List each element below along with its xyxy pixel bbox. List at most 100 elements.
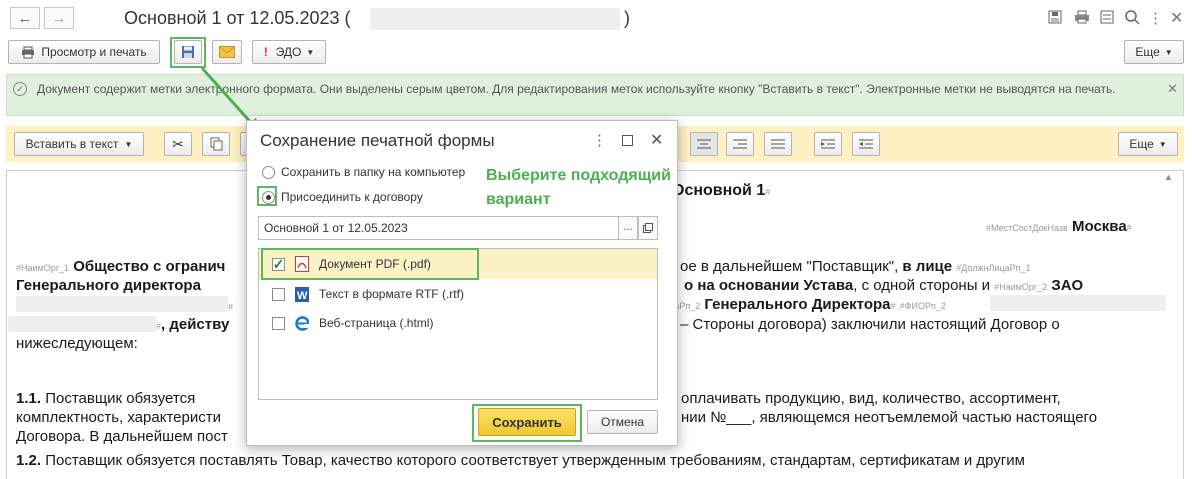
doc-line-1: #НаимОрг_1 Общество с огранич [16,258,225,275]
dialog-menu-icon[interactable]: ⋮ [592,131,607,149]
format-label: Веб-страница (.html) [319,316,434,330]
align-right-icon [733,139,747,149]
indent-decrease-button[interactable] [852,132,880,156]
word-doc-icon: W [295,286,309,302]
radio-unchecked-icon[interactable] [262,165,275,179]
preview-print-button[interactable]: Просмотр и печать [8,40,160,64]
back-button[interactable]: ← [10,7,40,29]
doc-line-5: нижеследующем: [16,335,138,352]
annotation-hint: Выберите подходящий вариант [486,167,671,208]
floppy-disk-icon [182,46,194,58]
redacted-block [16,296,228,312]
format-item-html[interactable]: Веб-страница (.html) [262,310,657,336]
format-item-rtf[interactable]: W Текст в формате RTF (.rtf) [262,281,657,307]
doc-text: ЗАО [1051,277,1084,294]
doc-p11-a: 1.1. Поставщик обязуется [16,390,195,407]
compare-icon[interactable] [1100,10,1114,24]
dialog-close-icon[interactable]: ✕ [650,130,663,150]
print-icon [22,46,35,58]
more-button[interactable]: Еще ▼ [1124,40,1184,64]
save-dialog-button[interactable]: Сохранить [478,408,576,436]
scroll-up-icon[interactable]: ▲ [1164,172,1173,182]
editor-more-button[interactable]: Еще ▼ [1118,132,1178,156]
doc-p11-b: комплектность, характеристи [16,409,221,426]
tag-label: #ФИОРп_2 [899,301,946,311]
doc-line-1-tail: ое в дальнейшем "Поставщик", в лице #Дол… [680,258,1031,275]
save-button[interactable] [174,40,202,64]
doc-p11-b-tail: нии №___, являющемся неотъемлемой частью… [681,409,1098,426]
option-label: Сохранить в папку на компьютер [281,165,466,179]
option-label: Присоединить к договору [281,190,423,204]
indent-decrease-icon [859,139,873,149]
format-label: Текст в формате RTF (.rtf) [319,287,464,301]
tag-label: #МестСостДокНазв [986,223,1068,233]
editor-more-label: Еще [1129,137,1154,151]
save-window-icon[interactable] [1048,10,1062,24]
doc-text: 1.2. [16,452,42,469]
tag-label: #НаимОрг_2 [994,282,1048,292]
preview-print-label: Просмотр и печать [41,45,147,59]
option-attach-contract[interactable]: Присоединить к договору [262,190,423,204]
search-icon[interactable] [1124,9,1140,25]
doc-text: ое в дальнейшем "Поставщик", [680,258,899,275]
doc-line-2-tail: о на основании Устава, с одной стороны и… [684,277,1083,294]
arrow-right-icon: → [51,9,67,27]
redacted-block [990,295,1166,311]
doc-text: Генерального Директора [704,296,891,313]
redacted-block [370,8,620,30]
window-title-text: Основной 1 от 12.05.2023 ( [124,8,351,28]
open-button[interactable] [638,216,658,240]
window-title-close: ) [624,8,630,28]
align-right-button[interactable] [726,132,754,156]
email-button[interactable] [212,40,242,64]
redacted-block [8,316,156,332]
close-info-icon[interactable]: ✕ [1167,81,1178,97]
maximize-icon[interactable] [622,135,633,146]
doc-title: Основной 1# [672,182,770,200]
select-button[interactable]: ... [618,216,638,240]
checkbox-unchecked-icon[interactable] [272,316,285,330]
tag-label: # [765,187,771,197]
chevron-down-icon: ▼ [1158,139,1167,149]
checkbox-unchecked-icon[interactable] [272,287,285,301]
align-center-button[interactable] [690,132,718,156]
tag-label: # [228,302,234,312]
edo-label: ЭДО [275,45,302,59]
city-text: Москва [1071,218,1127,235]
justify-button[interactable] [764,132,792,156]
more-label: Еще [1135,45,1160,59]
forward-button[interactable]: → [44,7,74,29]
radio-checked-icon[interactable] [262,190,275,204]
check-circle-icon: ✓ [13,82,27,96]
close-icon[interactable]: ✕ [1170,8,1183,28]
doc-text: 1.1. [16,390,42,407]
doc-p12: 1.2. Поставщик обязуется поставлять Това… [16,452,1025,469]
option-save-folder[interactable]: Сохранить в папку на компьютер [262,165,465,179]
doc-text: о на основании Устава [684,277,854,294]
info-bar: ✓ Документ содержит метки электронного ф… [6,74,1184,116]
exclamation-icon: ! [263,45,268,59]
align-center-icon [697,139,711,149]
more-vertical-icon[interactable]: ⋮ [1148,9,1163,27]
chevron-down-icon: ▼ [306,47,315,57]
chevron-down-icon: ▼ [124,139,133,149]
insert-text-button[interactable]: Вставить в текст ▼ [14,132,144,156]
indent-increase-button[interactable] [814,132,842,156]
doc-text: , с одной стороны и [853,277,991,294]
print-icon[interactable] [1074,10,1090,24]
doc-text: , действу [161,316,230,333]
cancel-button[interactable]: Отмена [587,410,658,434]
contract-field[interactable]: Основной 1 от 12.05.2023 [258,216,620,240]
edo-dropdown-button[interactable]: ! ЭДО ▼ [252,40,326,64]
tag-label: # [1126,223,1132,233]
dialog-title: Сохранение печатной формы [260,131,495,150]
window-title: Основной 1 от 12.05.2023 ( [124,8,350,29]
arrow-left-icon: ← [17,9,33,27]
tag-label: #НаимОрг_1 [16,263,70,273]
tag-label: #ДолжнЛицаРп_1 [956,263,1031,273]
doc-text: Поставщик обязуется поставлять Товар, ка… [45,452,1025,469]
doc-text: в лице [902,258,953,275]
doc-tag: # [228,297,233,314]
cut-button[interactable]: ✂ [164,132,192,156]
doc-p11-a-tail: оплачивать продукцию, вид, количество, а… [681,390,1061,407]
